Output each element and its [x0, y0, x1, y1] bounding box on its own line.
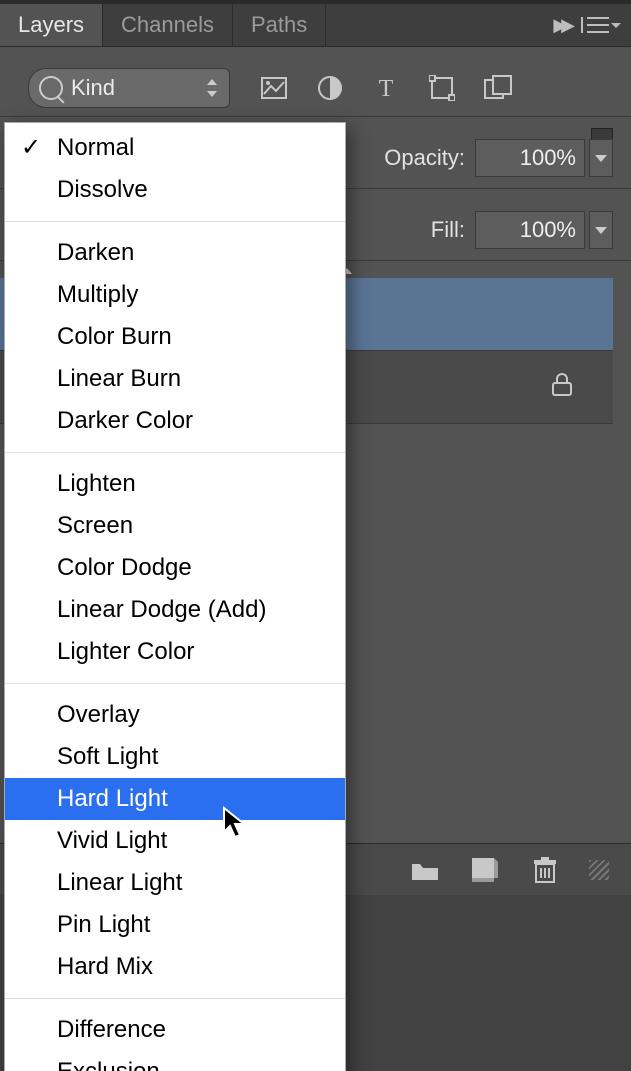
lock-icon[interactable]: [551, 371, 573, 403]
blend-group-5: Difference Exclusion: [5, 1005, 345, 1071]
blend-item-exclusion[interactable]: Exclusion: [5, 1051, 345, 1071]
tab-layers[interactable]: Layers: [0, 4, 103, 46]
opacity-value-input[interactable]: 100%: [475, 139, 585, 177]
tab-paths[interactable]: Paths: [233, 4, 326, 46]
blend-item-dissolve[interactable]: Dissolve: [5, 169, 345, 211]
blend-group-1: Normal Dissolve: [5, 123, 345, 215]
blend-item-screen[interactable]: Screen: [5, 505, 345, 547]
layers-panel: Layers Channels Paths ▶▶ Kind: [0, 0, 631, 1071]
filter-type-icon[interactable]: T: [372, 74, 400, 102]
blend-item-label: Linear Dodge (Add): [57, 596, 266, 623]
blend-group-4: Overlay Soft Light Hard Light Vivid Ligh…: [5, 690, 345, 992]
panel-tab-bar: Layers Channels Paths ▶▶: [0, 4, 631, 47]
blend-item-color-dodge[interactable]: Color Dodge: [5, 547, 345, 589]
blend-item-label: Linear Burn: [57, 365, 181, 392]
fill-label: Fill:: [431, 217, 465, 243]
blend-item-label: Color Dodge: [57, 554, 192, 581]
new-layer-button[interactable]: [469, 854, 501, 886]
new-group-button[interactable]: [409, 854, 441, 886]
chevron-down-icon: [611, 23, 621, 28]
blend-item-label: Hard Light: [57, 785, 168, 812]
fill-value: 100%: [520, 217, 576, 243]
blend-item-label: Dissolve: [57, 176, 148, 203]
blend-item-soft-light[interactable]: Soft Light: [5, 736, 345, 778]
blend-item-lighten[interactable]: Lighten: [5, 463, 345, 505]
blend-item-label: Multiply: [57, 281, 138, 308]
menu-separator: [5, 221, 345, 222]
filter-pixel-icon[interactable]: [260, 74, 288, 102]
blend-item-label: Linear Light: [57, 869, 182, 896]
resize-grip-icon[interactable]: [589, 860, 609, 880]
blend-item-label: Pin Light: [57, 911, 150, 938]
blend-item-linear-light[interactable]: Linear Light: [5, 862, 345, 904]
blend-item-linear-burn[interactable]: Linear Burn: [5, 358, 345, 400]
collapse-panel-icon[interactable]: ▶▶: [553, 15, 569, 36]
delete-layer-button[interactable]: [529, 854, 561, 886]
tab-channels[interactable]: Channels: [103, 4, 233, 46]
blend-item-multiply[interactable]: Multiply: [5, 274, 345, 316]
fill-dropdown-button[interactable]: [589, 211, 613, 249]
filter-type-icons: T: [260, 74, 512, 102]
filter-adjustment-icon[interactable]: [316, 74, 344, 102]
blend-item-label: Lighter Color: [57, 638, 194, 665]
blend-item-color-burn[interactable]: Color Burn: [5, 316, 345, 358]
blend-item-difference[interactable]: Difference: [5, 1009, 345, 1051]
blend-item-lighter-color[interactable]: Lighter Color: [5, 631, 345, 673]
panel-menu-button[interactable]: [581, 17, 621, 33]
blend-item-normal[interactable]: Normal: [5, 127, 345, 169]
blend-item-label: Vivid Light: [57, 827, 167, 854]
blend-item-label: Darker Color: [57, 407, 193, 434]
filter-kind-select[interactable]: Kind: [28, 68, 230, 108]
layer-filter-row: Kind T: [0, 60, 631, 117]
menu-separator: [5, 998, 345, 999]
blend-item-label: Normal: [57, 134, 134, 161]
tab-paths-label: Paths: [251, 12, 307, 38]
blend-item-pin-light[interactable]: Pin Light: [5, 904, 345, 946]
blend-item-label: Lighten: [57, 470, 136, 497]
blend-item-label: Overlay: [57, 701, 140, 728]
blend-item-label: Screen: [57, 512, 133, 539]
blend-item-label: Hard Mix: [57, 953, 153, 980]
menu-separator: [5, 452, 345, 453]
blend-item-hard-light[interactable]: Hard Light: [5, 778, 345, 820]
svg-text:T: T: [379, 76, 394, 100]
blend-item-label: Color Burn: [57, 323, 172, 350]
filter-shape-icon[interactable]: [428, 74, 456, 102]
opacity-label: Opacity:: [384, 145, 465, 171]
menu-separator: [5, 683, 345, 684]
menu-icon: [587, 17, 609, 33]
blend-item-label: Difference: [57, 1016, 166, 1043]
blend-item-hard-mix[interactable]: Hard Mix: [5, 946, 345, 988]
tab-channels-label: Channels: [121, 12, 214, 38]
opacity-value: 100%: [520, 145, 576, 171]
blend-item-label: Darken: [57, 239, 134, 266]
blend-group-3: Lighten Screen Color Dodge Linear Dodge …: [5, 459, 345, 677]
blend-item-linear-dodge[interactable]: Linear Dodge (Add): [5, 589, 345, 631]
fill-value-input[interactable]: 100%: [475, 211, 585, 249]
filter-kind-label: Kind: [71, 75, 115, 101]
stepper-icon: [205, 79, 219, 97]
filter-smartobject-icon[interactable]: [484, 74, 512, 102]
blend-mode-menu: Normal Dissolve Darken Multiply Color Bu…: [4, 122, 346, 1071]
blend-item-overlay[interactable]: Overlay: [5, 694, 345, 736]
tab-layers-label: Layers: [18, 12, 84, 38]
blend-item-vivid-light[interactable]: Vivid Light: [5, 820, 345, 862]
blend-item-label: Soft Light: [57, 743, 158, 770]
search-icon: [39, 76, 63, 100]
blend-item-darker-color[interactable]: Darker Color: [5, 400, 345, 442]
blend-item-darken[interactable]: Darken: [5, 232, 345, 274]
blend-group-2: Darken Multiply Color Burn Linear Burn D…: [5, 228, 345, 446]
opacity-dropdown-button[interactable]: [589, 139, 613, 177]
blend-item-label: Exclusion: [57, 1058, 160, 1071]
divider-icon: [581, 17, 583, 33]
